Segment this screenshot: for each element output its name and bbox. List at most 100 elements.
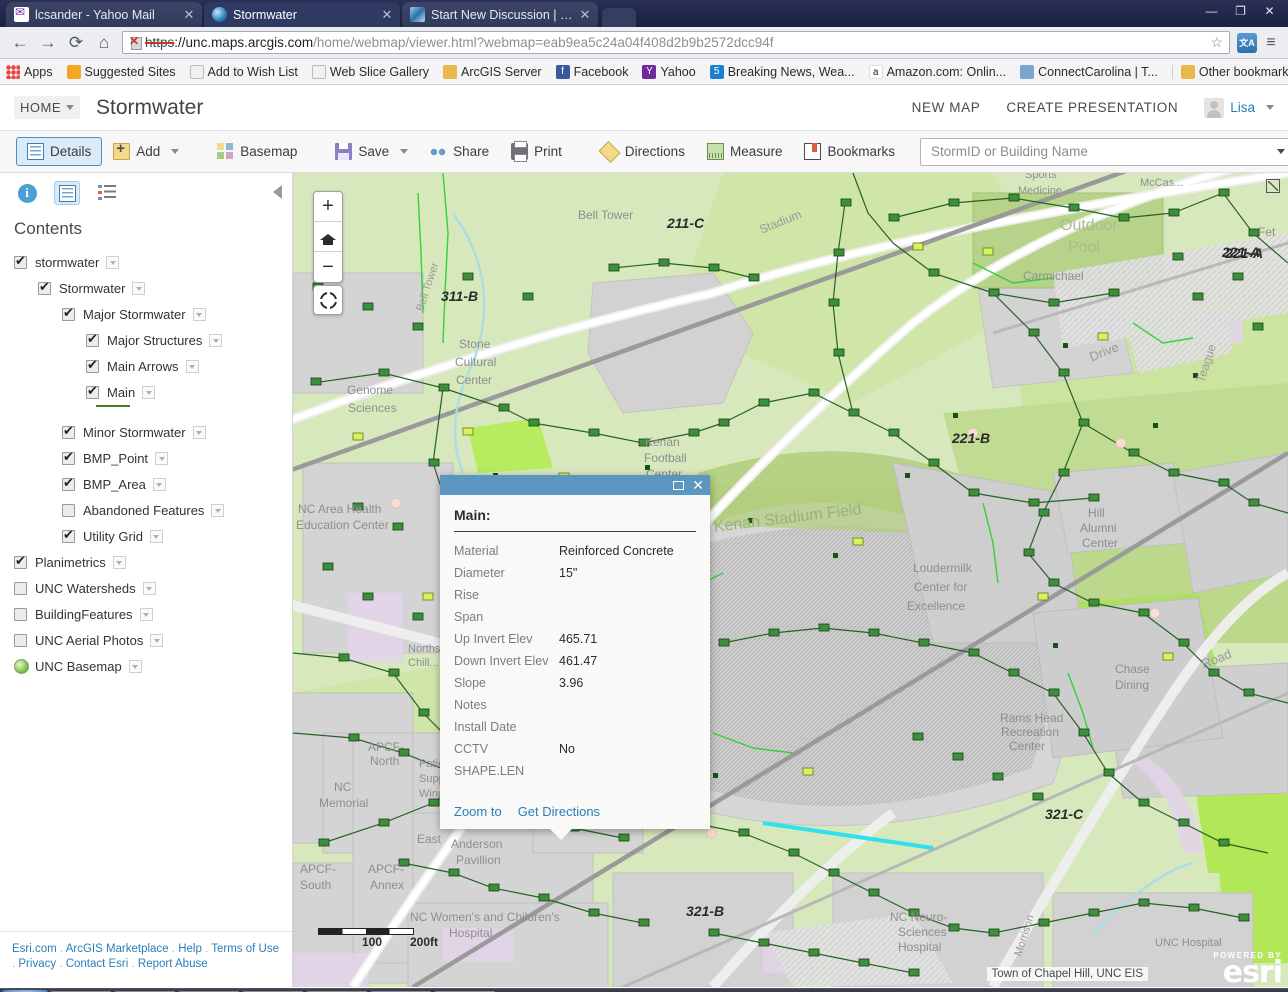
footer-link-terms-of-use[interactable]: Terms of Use xyxy=(211,943,279,955)
layer-options-icon[interactable] xyxy=(152,477,166,491)
footer-link-report-abuse[interactable]: Report Abuse xyxy=(138,958,208,970)
save-button[interactable]: Save xyxy=(324,137,419,166)
layer-options-icon[interactable] xyxy=(142,385,156,399)
layer-row[interactable]: UNC Aerial Photos xyxy=(14,627,278,653)
collapse-panel-icon[interactable] xyxy=(273,185,282,199)
layer-options-icon[interactable] xyxy=(209,333,223,347)
close-icon[interactable]: ✕ xyxy=(182,8,196,21)
footer-link-privacy[interactable]: Privacy xyxy=(18,958,56,970)
layer-row[interactable]: Stormwater xyxy=(14,275,278,301)
close-icon[interactable]: ✕ xyxy=(692,478,704,492)
layer-options-icon[interactable] xyxy=(106,255,120,269)
find-my-location-button[interactable] xyxy=(313,285,343,315)
layer-row[interactable]: UNC Watersheds xyxy=(14,575,278,601)
layer-options-icon[interactable] xyxy=(149,529,163,543)
bookmark-other-bookmarks[interactable]: Other bookmarks xyxy=(1171,64,1288,79)
home-menu-button[interactable]: HOME xyxy=(14,96,80,119)
details-button[interactable]: Details xyxy=(16,137,103,166)
layer-options-icon[interactable] xyxy=(155,451,169,465)
layer-row[interactable]: Major Structures xyxy=(14,327,278,353)
new-tab-button[interactable] xyxy=(602,8,636,27)
layer-options-icon[interactable] xyxy=(112,555,126,569)
layer-visibility-checkbox[interactable] xyxy=(14,607,27,621)
home-icon[interactable]: ⌂ xyxy=(90,30,118,56)
close-icon[interactable]: ✕ xyxy=(380,8,394,21)
bookmark-web-slice-gallery[interactable]: Web Slice Gallery xyxy=(311,64,429,79)
layer-row[interactable]: Abandoned Features xyxy=(14,497,278,523)
zoom-to-link[interactable]: Zoom to xyxy=(454,804,502,819)
bookmarks-button[interactable]: Bookmarks xyxy=(793,137,906,166)
create-presentation-link[interactable]: CREATE PRESENTATION xyxy=(1006,100,1178,115)
layer-options-icon[interactable] xyxy=(185,359,199,373)
back-icon[interactable]: ← xyxy=(6,30,34,56)
bookmark-connectcarolina[interactable]: ConnectCarolina | T... xyxy=(1020,64,1158,79)
layer-visibility-checkbox[interactable] xyxy=(62,503,75,517)
layer-options-icon[interactable] xyxy=(211,503,225,517)
tab-legend[interactable] xyxy=(94,181,120,205)
directions-button[interactable]: Directions xyxy=(589,138,696,166)
layer-options-icon[interactable] xyxy=(132,281,146,295)
layer-visibility-checkbox[interactable] xyxy=(86,357,99,373)
tab-about-map[interactable]: i xyxy=(14,181,40,205)
footer-link-marketplace[interactable]: ArcGIS Marketplace xyxy=(66,943,169,955)
layer-row[interactable]: Utility Grid xyxy=(14,523,278,549)
bookmark-arcgis-server[interactable]: ArcGIS Server xyxy=(442,64,542,79)
fullscreen-icon[interactable] xyxy=(1266,179,1280,193)
print-button[interactable]: Print xyxy=(500,137,573,166)
layer-visibility-checkbox[interactable] xyxy=(62,527,75,543)
layer-options-icon[interactable] xyxy=(192,425,206,439)
layer-options-icon[interactable] xyxy=(192,307,206,321)
bookmark-apps[interactable]: Apps xyxy=(6,64,53,79)
layer-options-icon[interactable] xyxy=(139,607,153,621)
close-icon[interactable]: ✕ xyxy=(578,8,592,21)
layer-visibility-checkbox[interactable] xyxy=(86,331,99,347)
chevron-down-icon[interactable] xyxy=(1277,149,1286,154)
layer-visibility-checkbox[interactable] xyxy=(38,279,51,295)
add-button[interactable]: Add xyxy=(102,137,190,166)
map-search[interactable] xyxy=(920,137,1288,166)
layer-visibility-checkbox[interactable] xyxy=(14,253,27,269)
layer-visibility-checkbox[interactable] xyxy=(14,581,27,595)
layer-row[interactable]: BMP_Area xyxy=(14,471,278,497)
footer-link-contact-esri[interactable]: Contact Esri xyxy=(66,958,129,970)
close-button[interactable]: ✕ xyxy=(1255,1,1284,21)
address-bar[interactable]: https://unc.maps.arcgis.com/home/webmap/… xyxy=(122,31,1230,54)
bookmark-amazon[interactable]: a Amazon.com: Onlin... xyxy=(868,64,1006,79)
footer-link-esri-com[interactable]: Esri.com xyxy=(12,943,57,955)
default-extent-button[interactable] xyxy=(314,222,342,252)
maximize-icon[interactable] xyxy=(673,480,685,490)
browser-tab-stormwater[interactable]: Stormwater ✕ xyxy=(204,2,400,27)
maximize-button[interactable]: ❐ xyxy=(1226,1,1255,21)
layer-visibility-checkbox[interactable] xyxy=(86,383,99,399)
layer-row[interactable]: Minor Stormwater xyxy=(14,419,278,445)
layer-options-icon[interactable] xyxy=(128,659,142,673)
layer-row[interactable]: Main xyxy=(14,379,278,405)
hamburger-menu-icon[interactable]: ≡ xyxy=(1260,34,1282,52)
bookmark-add-to-wish-list[interactable]: Add to Wish List xyxy=(189,64,298,79)
footer-link-help[interactable]: Help xyxy=(178,943,202,955)
layer-options-icon[interactable] xyxy=(150,633,164,647)
zoom-in-button[interactable]: + xyxy=(314,192,342,222)
insecure-https-icon[interactable] xyxy=(129,34,143,50)
layer-row[interactable]: Major Stormwater xyxy=(14,301,278,327)
bookmark-suggested-sites[interactable]: Suggested Sites xyxy=(66,64,176,79)
layer-visibility-checkbox[interactable] xyxy=(62,423,75,439)
user-menu[interactable]: Lisa xyxy=(1204,97,1274,118)
get-directions-link[interactable]: Get Directions xyxy=(518,804,600,819)
measure-button[interactable]: Measure xyxy=(696,137,794,166)
forward-icon[interactable]: → xyxy=(34,30,62,56)
layer-visibility-checkbox[interactable] xyxy=(62,475,75,491)
search-input[interactable] xyxy=(931,144,1270,159)
layer-row[interactable]: Planimetrics xyxy=(14,549,278,575)
minimize-button[interactable]: — xyxy=(1197,1,1226,21)
bookmark-yahoo[interactable]: Y Yahoo xyxy=(642,64,696,79)
layer-visibility-checkbox[interactable] xyxy=(14,553,27,569)
layer-row[interactable]: UNC Basemap xyxy=(14,653,278,679)
reload-icon[interactable]: ⟳ xyxy=(62,30,90,56)
bookmark-star-icon[interactable]: ☆ xyxy=(1204,34,1223,51)
layer-visibility-checkbox[interactable] xyxy=(62,305,75,321)
layer-row[interactable]: BMP_Point xyxy=(14,445,278,471)
bookmark-breaking-news[interactable]: 5 Breaking News, Wea... xyxy=(709,64,855,79)
layer-visibility-checkbox[interactable] xyxy=(62,449,75,465)
bookmark-facebook[interactable]: f Facebook xyxy=(555,64,628,79)
